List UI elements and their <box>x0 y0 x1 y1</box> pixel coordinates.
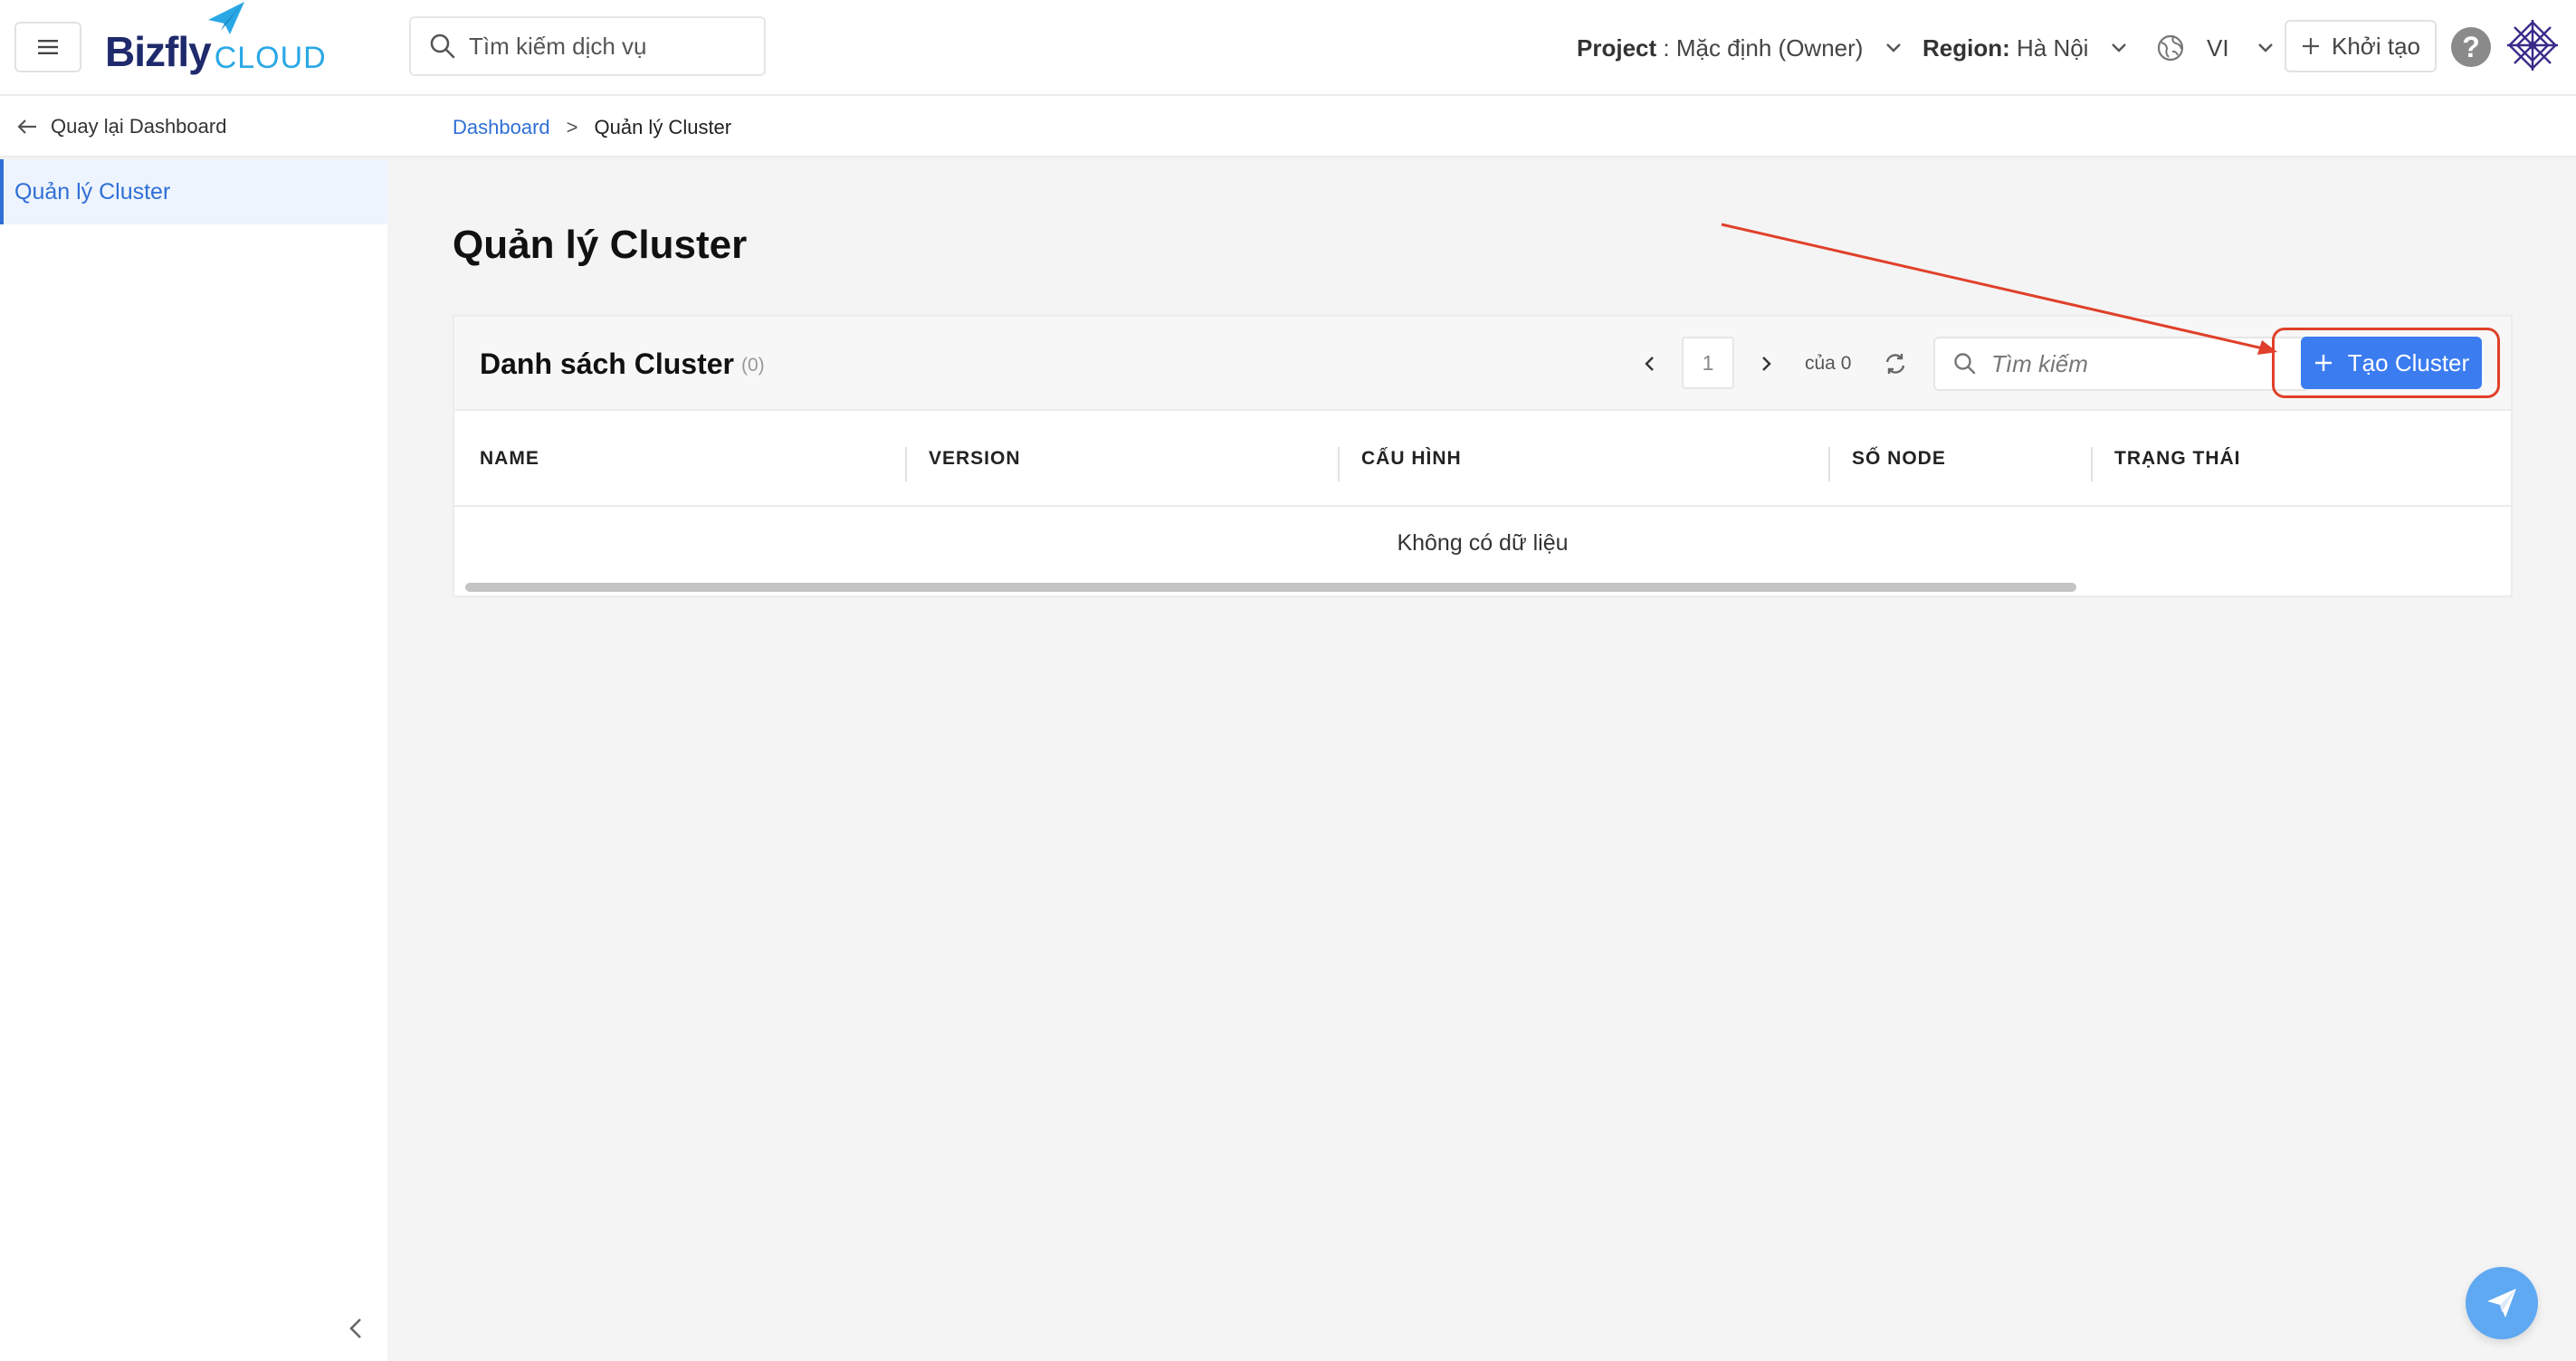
hamburger-icon <box>38 40 58 54</box>
chevron-down-icon <box>2112 43 2127 52</box>
column-divider <box>2091 447 2093 481</box>
sidebar-item-label: Quản lý Cluster <box>14 178 171 205</box>
chevron-right-icon <box>1762 357 1771 371</box>
chevron-left-icon <box>349 1318 361 1338</box>
panel-toolbar: Danh sách Cluster (0) 1 của 0 Tìm kiếm T… <box>454 317 2511 411</box>
top-header: Bizfly CLOUD Project : Mặc định (Owner) … <box>0 0 2576 96</box>
search-icon <box>1954 353 1976 375</box>
project-value: : Mặc định (Owner) <box>1656 33 1864 62</box>
collapse-sidebar-button[interactable] <box>342 1310 369 1347</box>
refresh-icon <box>1885 354 1905 374</box>
prev-page-button[interactable] <box>1631 346 1667 382</box>
list-title-text: Danh sách Cluster <box>480 347 734 380</box>
back-to-dashboard-link[interactable]: Quay lại Dashboard <box>16 96 226 157</box>
create-cluster-button[interactable]: Tạo Cluster <box>2301 337 2482 389</box>
breadcrumb: Dashboard > Quản lý Cluster <box>453 96 731 159</box>
breadcrumb-current: Quản lý Cluster <box>594 116 732 138</box>
service-search-input[interactable] <box>469 32 758 61</box>
chevron-left-icon <box>1645 357 1654 371</box>
cluster-list-panel: Danh sách Cluster (0) 1 của 0 Tìm kiếm T… <box>453 315 2513 597</box>
create-cluster-label: Tạo Cluster <box>2347 348 2470 376</box>
language-selector[interactable]: VI <box>2156 0 2275 96</box>
search-icon <box>430 33 455 59</box>
column-header-status[interactable]: TRẠNG THÁI <box>2114 411 2241 507</box>
breadcrumb-separator: > <box>566 116 578 138</box>
logo-main-text: Bizfly <box>105 28 212 75</box>
cluster-search-input[interactable] <box>1991 349 2299 378</box>
chevron-down-icon <box>2257 43 2273 52</box>
page-number-input[interactable]: 1 <box>1682 337 1734 389</box>
page-title: Quản lý Cluster <box>453 223 748 267</box>
column-header-node-count[interactable]: SỐ NODE <box>1852 411 1946 507</box>
refresh-button[interactable] <box>1877 346 1913 382</box>
project-text: Project : Mặc định (Owner) <box>1577 34 1863 62</box>
chat-button[interactable] <box>2466 1267 2538 1339</box>
column-divider <box>1338 447 1340 481</box>
arrow-left-icon <box>17 119 36 134</box>
back-label: Quay lại Dashboard <box>51 115 227 138</box>
region-text: Region: Hà Nội <box>1922 34 2088 62</box>
logo-sub-text: CLOUD <box>214 41 327 75</box>
project-selector[interactable]: Project : Mặc định (Owner) <box>1577 0 1903 96</box>
globe-icon <box>2157 34 2184 62</box>
horizontal-scrollbar[interactable] <box>465 583 2076 592</box>
paper-plane-icon <box>2487 1289 2516 1318</box>
region-label: Region: <box>1922 33 2010 62</box>
bizfly-logo[interactable]: Bizfly CLOUD <box>105 2 327 76</box>
sub-header: Quay lại Dashboard Dashboard > Quản lý C… <box>0 96 2576 157</box>
empty-table-message: Không có dữ liệu <box>1397 529 1569 556</box>
create-resource-label: Khởi tạo <box>2332 32 2420 60</box>
list-title: Danh sách Cluster (0) <box>480 317 765 411</box>
chevron-down-icon <box>1886 43 1902 52</box>
paper-plane-logo-icon <box>208 2 244 34</box>
menu-button[interactable] <box>14 22 81 72</box>
service-search[interactable] <box>409 16 766 76</box>
breadcrumb-dashboard[interactable]: Dashboard <box>453 116 550 139</box>
column-header-name[interactable]: NAME <box>480 411 539 507</box>
sidebar: Quản lý Cluster <box>0 159 387 1361</box>
column-divider <box>905 447 907 481</box>
project-label: Project <box>1577 33 1657 62</box>
plus-icon <box>2314 355 2332 371</box>
list-count: (0) <box>740 355 765 376</box>
help-icon[interactable]: ? <box>2451 27 2491 67</box>
avatar[interactable] <box>2505 18 2560 72</box>
table-header: NAME VERSION CẤU HÌNH SỐ NODE TRẠNG THÁI <box>454 411 2511 507</box>
region-selector[interactable]: Region: Hà Nội <box>1922 0 2128 96</box>
page-total: của 0 <box>1805 353 1852 374</box>
plus-icon <box>2303 38 2319 54</box>
column-header-version[interactable]: VERSION <box>929 411 1021 507</box>
column-divider <box>1828 447 1830 481</box>
language-label: VI <box>2207 33 2229 62</box>
next-page-button[interactable] <box>1749 346 1785 382</box>
sidebar-item-cluster-management[interactable]: Quản lý Cluster <box>0 159 387 224</box>
region-value: Hà Nội <box>2009 33 2089 62</box>
column-header-config[interactable]: CẤU HÌNH <box>1361 411 1462 507</box>
create-resource-button[interactable]: Khởi tạo <box>2285 20 2437 72</box>
cluster-search[interactable] <box>1933 337 2306 391</box>
